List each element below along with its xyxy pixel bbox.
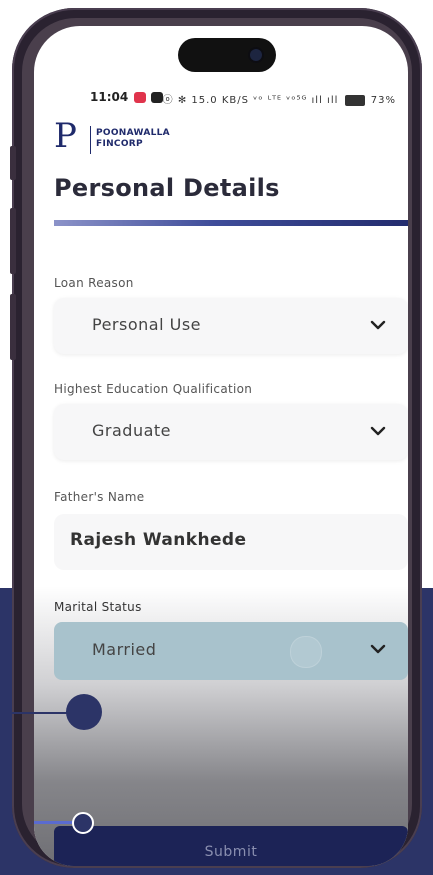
phone-screen: 11:04 ⓞ ✻ 15.0 KB/S ᵛᵒ ᴸᵀᴱ ᵛᵒ⁵ᴳ ıll ıll … — [34, 26, 408, 866]
loan-reason-label: Loan Reason — [54, 276, 134, 290]
touch-ripple — [290, 636, 322, 668]
battery-icon — [344, 94, 365, 106]
submit-button[interactable]: Submit — [54, 826, 408, 866]
logo-text-line1: POONAWALLA — [96, 128, 170, 138]
education-select[interactable]: Graduate — [54, 404, 408, 460]
logo-text-line2: FINCORP — [96, 139, 143, 149]
father-name-label: Father's Name — [54, 490, 145, 504]
dynamic-island — [178, 38, 276, 72]
battery-percent: 73% — [370, 95, 396, 106]
callout-line — [0, 712, 70, 714]
marital-status-label: Marital Status — [54, 600, 142, 614]
status-right-icons: ⓞ ✻ 15.0 KB/S ᵛᵒ ᴸᵀᴱ ᵛᵒ⁵ᴳ ıll ıll 73% — [163, 91, 396, 106]
phone-side-button — [10, 294, 16, 360]
father-name-value: Rajesh Wankhede — [70, 530, 247, 550]
status-signal-icons: ⓞ ✻ 15.0 KB/S ᵛᵒ ᴸᵀᴱ ᵛᵒ⁵ᴳ ıll ıll — [162, 95, 339, 106]
father-name-input[interactable]: Rajesh Wankhede — [54, 514, 408, 570]
logo-mark: P — [54, 116, 77, 156]
title-underline — [54, 220, 408, 226]
phone-side-button — [10, 146, 16, 180]
status-app-icon — [134, 92, 146, 103]
slider-knob — [72, 812, 94, 834]
chevron-down-icon — [370, 644, 386, 654]
marital-status-value: Married — [92, 640, 157, 659]
loan-reason-value: Personal Use — [92, 315, 201, 334]
logo-divider — [90, 126, 91, 154]
chevron-down-icon — [370, 426, 386, 436]
status-app-icon — [151, 92, 163, 103]
loan-reason-select[interactable]: Personal Use — [54, 298, 408, 354]
education-label: Highest Education Qualification — [54, 382, 253, 396]
chevron-down-icon — [370, 320, 386, 330]
status-time: 11:04 — [90, 90, 129, 104]
submit-label: Submit — [204, 844, 258, 860]
camera-icon — [250, 49, 262, 61]
callout-dot — [66, 694, 102, 730]
page-title: Personal Details — [54, 174, 280, 202]
education-value: Graduate — [92, 421, 171, 440]
status-bar: 11:04 ⓞ ✻ 15.0 KB/S ᵛᵒ ᴸᵀᴱ ᵛᵒ⁵ᴳ ıll ıll … — [34, 88, 408, 110]
phone-side-button — [10, 208, 16, 274]
marital-status-select[interactable]: Married — [54, 622, 408, 680]
